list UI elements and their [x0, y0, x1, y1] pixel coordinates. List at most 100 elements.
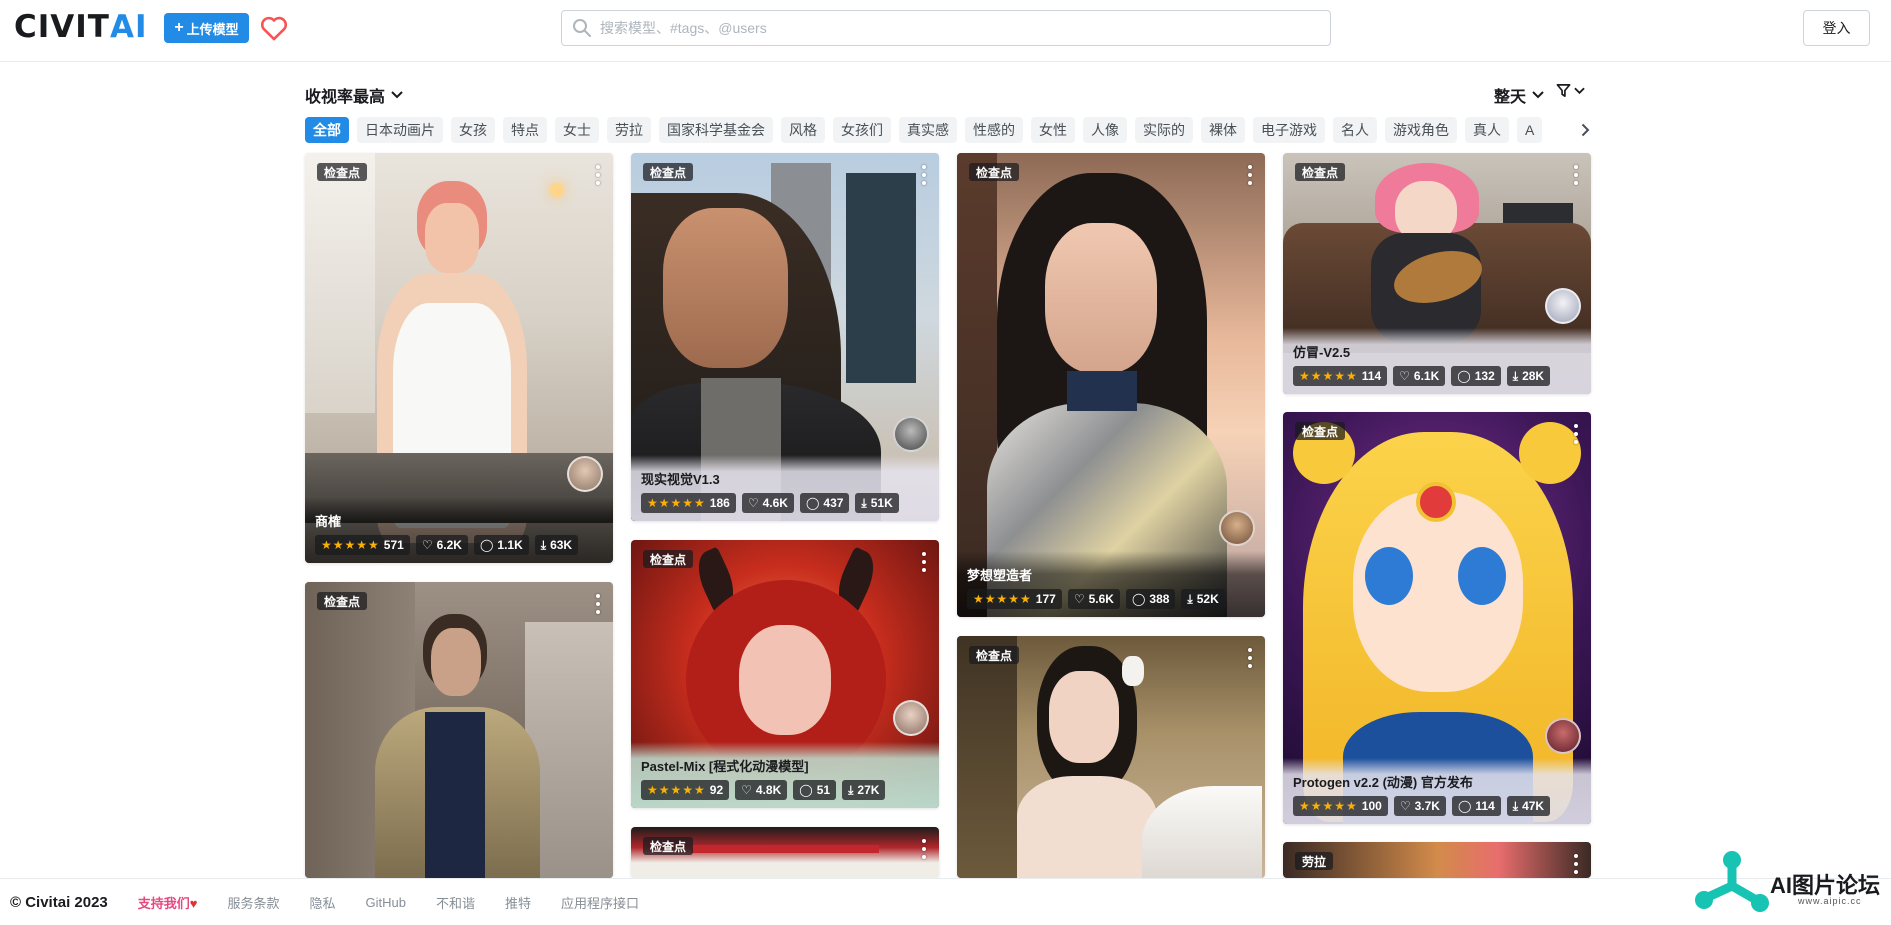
comments-count: 388 — [1149, 592, 1170, 606]
chevron-down-icon — [1532, 91, 1544, 99]
model-card[interactable]: 检查点 仿冒-V2.5 ★★★★★ 114 ♡ 6.1K ◯ 132 ⤓ 28K — [1283, 153, 1591, 394]
login-button[interactable]: 登入 — [1803, 10, 1870, 46]
more-options-icon[interactable] — [921, 839, 927, 859]
top-header: CIVITAI + 上传模型 登入 — [0, 0, 1891, 62]
more-options-icon[interactable] — [595, 165, 601, 185]
more-options-icon[interactable] — [1573, 854, 1579, 874]
downloads-count: 28K — [1522, 369, 1545, 383]
more-options-icon[interactable] — [595, 594, 601, 614]
watermark-url: www.aipic.cc — [1798, 896, 1862, 906]
filter-button[interactable] — [1556, 83, 1585, 98]
more-options-icon[interactable] — [921, 165, 927, 185]
tag-chip[interactable]: 裸体 — [1201, 117, 1245, 143]
tag-chip[interactable]: 劳拉 — [607, 117, 651, 143]
model-type-badge: 检查点 — [1295, 422, 1346, 440]
upload-model-button[interactable]: + 上传模型 — [164, 13, 249, 43]
comments-pill: ◯ 132 — [1451, 366, 1501, 386]
tag-chip[interactable]: 电子游戏 — [1253, 117, 1325, 143]
rating-count: 177 — [1035, 592, 1056, 606]
heart-outline-icon: ♡ — [1399, 799, 1411, 813]
more-options-icon[interactable] — [1247, 165, 1253, 185]
star-rating-icon: ★★★★★ — [647, 496, 706, 510]
more-options-icon[interactable] — [1247, 648, 1253, 668]
creator-avatar[interactable] — [1545, 288, 1581, 324]
downloads-pill: ⤓ 47K — [1506, 796, 1551, 816]
tag-chip[interactable]: 女性 — [1031, 117, 1075, 143]
tag-chip[interactable]: 国家科学基金会 — [659, 117, 773, 143]
tag-chip[interactable]: 特点 — [503, 117, 547, 143]
civitai-logo[interactable]: CIVIT AI — [14, 9, 148, 45]
model-card[interactable]: 检查点 梦想塑造者 ★★★★★ 177 ♡ 5.6K ◯ 388 ⤓ 52K — [957, 153, 1265, 617]
likes-count: 5.6K — [1088, 592, 1114, 606]
tag-chip[interactable]: 名人 — [1333, 117, 1377, 143]
sort-dropdown[interactable]: 收视率最高 — [305, 83, 403, 107]
support-link-label: 支持我们 — [137, 895, 190, 911]
tag-chip[interactable]: 真实感 — [899, 117, 957, 143]
model-card[interactable]: 检查点 Protogen v2.2 (动漫) 官方发布 ★★★★★ 100 ♡ 3.… — [1283, 412, 1591, 824]
model-card[interactable]: 劳拉 — [1283, 842, 1591, 878]
tags-scroll-right-button[interactable] — [1558, 117, 1590, 143]
tag-chip[interactable]: 女士 — [555, 117, 599, 143]
heart-icon: ♥ — [189, 895, 198, 911]
more-options-icon[interactable] — [921, 552, 927, 572]
favorites-button[interactable] — [258, 13, 290, 43]
comments-pill: ◯ 114 — [1451, 796, 1501, 816]
plus-icon: + — [174, 19, 184, 36]
footer-link-github[interactable]: GitHub — [366, 895, 406, 910]
tag-chip[interactable]: 实际的 — [1135, 117, 1193, 143]
creator-avatar[interactable] — [893, 700, 929, 736]
footer-link-api[interactable]: 应用程序接口 — [561, 893, 639, 912]
tag-filter-bar: 全部 日本动画片 女孩 特点 女士 劳拉 国家科学基金会 风格 女孩们 真实感 … — [305, 117, 1591, 143]
card-info: Pastel-Mix [程式化动漫模型] ★★★★★ 92 ♡ 4.8K ◯ 51 ⤓… — [631, 742, 939, 808]
search-icon — [573, 19, 591, 37]
footer-link-twitter[interactable]: 推特 — [505, 893, 531, 912]
rating-pill: ★★★★★ 100 — [1293, 796, 1388, 816]
support-link[interactable]: 支持我们♥ — [138, 893, 198, 912]
model-stats: ★★★★★ 571 ♡ 6.2K ◯ 1.1K ⤓ 63K — [315, 535, 603, 555]
model-card[interactable]: 检查点 — [631, 827, 939, 878]
model-type-badge: 检查点 — [643, 163, 694, 181]
comment-icon: ◯ — [1457, 799, 1472, 813]
model-preview-image — [957, 636, 1265, 878]
period-dropdown[interactable]: 整天 — [1494, 83, 1544, 107]
model-stats: ★★★★★ 186 ♡ 4.6K ◯ 437 ⤓ 51K — [641, 493, 929, 513]
card-info: 仿冒-V2.5 ★★★★★ 114 ♡ 6.1K ◯ 132 ⤓ 28K — [1283, 328, 1591, 394]
comments-pill: ◯ 51 — [793, 780, 837, 800]
creator-avatar[interactable] — [1545, 718, 1581, 754]
model-card[interactable]: 检查点 Pastel-Mix [程式化动漫模型] ★★★★★ 92 ♡ 4.8K ◯… — [631, 540, 939, 808]
creator-avatar[interactable] — [567, 456, 603, 492]
star-rating-icon: ★★★★★ — [321, 538, 380, 552]
model-card[interactable]: 检查点 — [957, 636, 1265, 878]
tag-chip[interactable]: 人像 — [1083, 117, 1127, 143]
tag-chip[interactable]: 女孩们 — [833, 117, 891, 143]
downloads-count: 51K — [870, 496, 893, 510]
footer-link-terms[interactable]: 服务条款 — [228, 893, 280, 912]
tag-chip[interactable]: 真人 — [1465, 117, 1509, 143]
model-card[interactable]: 检查点 — [305, 582, 613, 878]
likes-pill: ♡ 4.6K — [741, 493, 794, 513]
likes-count: 4.8K — [755, 783, 782, 797]
footer-link-discord[interactable]: 不和谐 — [436, 893, 475, 912]
tag-chip[interactable]: 全部 — [305, 117, 349, 143]
rating-pill: ★★★★★ 186 — [641, 493, 736, 513]
tag-chip[interactable]: 游戏角色 — [1385, 117, 1457, 143]
copyright-text: © Civitai 2023 — [10, 893, 108, 911]
creator-avatar[interactable] — [1219, 510, 1255, 546]
creator-avatar[interactable] — [893, 416, 929, 452]
more-options-icon[interactable] — [1573, 165, 1579, 185]
tag-chip[interactable]: 女孩 — [451, 117, 495, 143]
model-card[interactable]: 检查点 商榷 ★★★★★ 571 ♡ 6.2K ◯ 1.1K ⤓ 63K — [305, 153, 613, 563]
more-options-icon[interactable] — [1573, 424, 1579, 444]
search-input[interactable] — [600, 20, 1300, 36]
search-box[interactable] — [561, 10, 1331, 46]
downloads-count: 27K — [857, 783, 880, 797]
comment-icon: ◯ — [1457, 369, 1471, 383]
tag-chip[interactable]: 日本动画片 — [357, 117, 443, 143]
comment-icon: ◯ — [1131, 592, 1146, 606]
footer-link-privacy[interactable]: 隐私 — [310, 893, 336, 912]
tag-chip[interactable]: A — [1517, 117, 1543, 143]
tag-chip[interactable]: 风格 — [781, 117, 825, 143]
model-card[interactable]: 检查点 现实视觉V1.3 ★★★★★ 186 ♡ 4.6K ◯ 437 ⤓ 51K — [631, 153, 939, 521]
likes-pill: ♡ 3.7K — [1393, 796, 1446, 816]
tag-chip[interactable]: 性感的 — [965, 117, 1023, 143]
